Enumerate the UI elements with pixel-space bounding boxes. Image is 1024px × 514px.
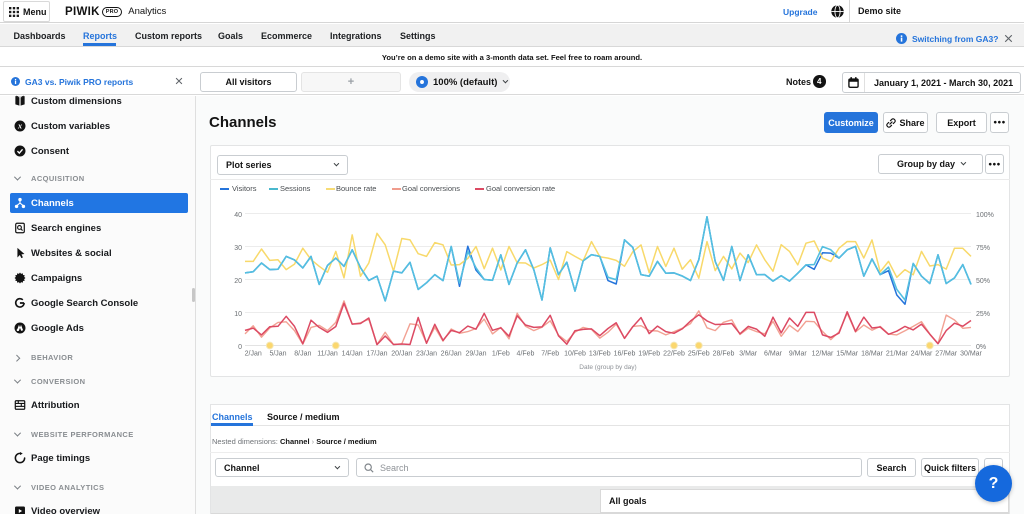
svg-text:6/Mar: 6/Mar — [764, 351, 783, 358]
svg-text:50%: 50% — [976, 278, 990, 285]
svg-text:3/Mar: 3/Mar — [739, 351, 758, 358]
svg-text:22/Feb: 22/Feb — [663, 351, 685, 358]
svg-text:27/Mar: 27/Mar — [935, 351, 957, 358]
svg-text:10/Feb: 10/Feb — [564, 351, 586, 358]
svg-text:29/Jan: 29/Jan — [465, 351, 486, 358]
svg-text:17/Jan: 17/Jan — [366, 351, 387, 358]
svg-text:9/Mar: 9/Mar — [789, 351, 808, 358]
svg-text:28/Feb: 28/Feb — [713, 351, 735, 358]
svg-text:12/Mar: 12/Mar — [812, 351, 834, 358]
svg-text:11/Jan: 11/Jan — [317, 351, 338, 358]
svg-text:21/Mar: 21/Mar — [886, 351, 908, 358]
svg-text:24/Mar: 24/Mar — [911, 351, 933, 358]
svg-text:16/Feb: 16/Feb — [614, 351, 636, 358]
svg-text:25/Feb: 25/Feb — [688, 351, 710, 358]
svg-text:13/Feb: 13/Feb — [589, 351, 611, 358]
svg-text:2/Jan: 2/Jan — [245, 351, 262, 358]
svg-text:20/Jan: 20/Jan — [391, 351, 412, 358]
svg-text:15/Mar: 15/Mar — [836, 351, 858, 358]
svg-text:100%: 100% — [976, 212, 994, 219]
svg-text:26/Jan: 26/Jan — [441, 351, 462, 358]
svg-text:30: 30 — [234, 245, 242, 252]
svg-text:20: 20 — [234, 278, 242, 285]
svg-text:25%: 25% — [976, 311, 990, 318]
svg-text:4/Feb: 4/Feb — [517, 351, 535, 358]
svg-text:0: 0 — [238, 344, 242, 351]
svg-text:40: 40 — [234, 212, 242, 219]
svg-text:14/Jan: 14/Jan — [342, 351, 363, 358]
svg-text:x: x — [17, 122, 22, 131]
svg-text:7/Feb: 7/Feb — [541, 351, 559, 358]
svg-text:30/Mar: 30/Mar — [960, 351, 982, 358]
svg-text:18/Mar: 18/Mar — [861, 351, 883, 358]
svg-text:10: 10 — [234, 311, 242, 318]
svg-text:19/Feb: 19/Feb — [638, 351, 660, 358]
svg-text:5/Jan: 5/Jan — [269, 351, 286, 358]
svg-text:8/Jan: 8/Jan — [294, 351, 311, 358]
svg-text:Date (group by day): Date (group by day) — [579, 364, 636, 371]
svg-text:23/Jan: 23/Jan — [416, 351, 437, 358]
svg-text:75%: 75% — [976, 245, 990, 252]
svg-text:1/Feb: 1/Feb — [492, 351, 510, 358]
